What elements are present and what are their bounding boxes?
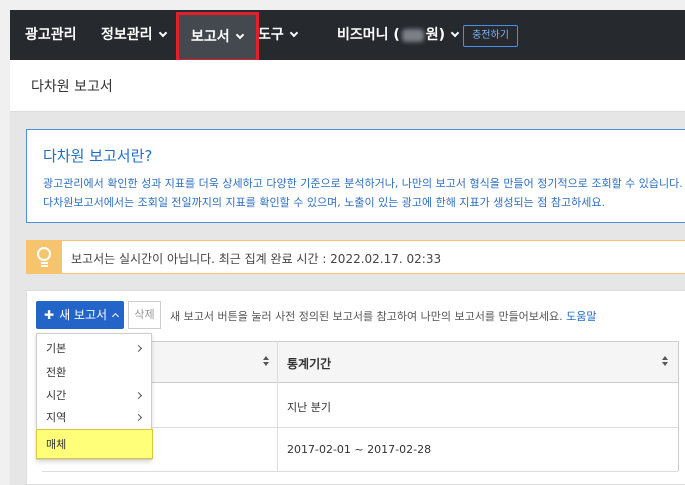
notice-bar: 보고서는 실시간이 아닙니다. 최근 집계 완료 시간 : 2022.02.17… — [26, 240, 685, 274]
chevron-right-icon — [134, 344, 143, 353]
info-box: 다차원 보고서란? 광고관리에서 확인한 성과 지표를 더욱 상세하고 다양한 … — [26, 129, 685, 223]
help-link[interactable]: 도움말 — [566, 310, 596, 323]
dropdown-item-region[interactable]: 지역 — [37, 406, 151, 429]
top-navigation: 광고관리 정보관리 도구 비즈머니 (원) — [10, 10, 685, 60]
column-header-period[interactable]: 통계기간 — [287, 355, 331, 372]
chevron-down-icon — [289, 28, 299, 38]
table-cell-period: 지난 분기 — [287, 401, 331, 414]
bizmoney-balance-redacted — [401, 28, 424, 42]
nav-tools[interactable]: 도구 — [258, 10, 299, 60]
dropdown-item-basic[interactable]: 기본 — [37, 337, 151, 360]
nav-report-highlight[interactable]: 보고서 — [176, 12, 259, 62]
notice-text: 보고서는 실시간이 아닙니다. 최근 집계 완료 시간 : 2022.02.17… — [71, 252, 442, 266]
chevron-right-icon — [134, 391, 143, 400]
sort-icon[interactable] — [263, 356, 270, 368]
page-title: 다차원 보고서 — [31, 79, 113, 95]
nav-ad-management[interactable]: 광고관리 — [25, 10, 77, 60]
sort-icon[interactable] — [662, 356, 669, 368]
help-text: 새 보고서 버튼을 눌러 사전 정의된 보고서를 참고하여 나만의 보고서를 만… — [170, 310, 597, 323]
table-cell-period: 2017-02-01 ~ 2017-02-28 — [287, 443, 432, 456]
lightbulb-icon — [27, 241, 62, 273]
table-border — [678, 341, 679, 471]
chevron-down-icon — [235, 30, 244, 40]
new-report-button[interactable]: ✚ 새 보고서 — [36, 301, 124, 329]
chevron-up-icon — [112, 312, 120, 321]
nav-bizmoney[interactable]: 비즈머니 (원) — [337, 10, 460, 60]
info-line-1: 광고관리에서 확인한 성과 지표를 더욱 상세하고 다양한 기준으로 분석하거나… — [43, 177, 683, 190]
chevron-down-icon — [158, 28, 167, 38]
nav-info-management[interactable]: 정보관리 — [101, 10, 167, 60]
dropdown-item-time[interactable]: 시간 — [37, 384, 151, 407]
column-divider — [277, 341, 278, 471]
info-line-2: 다차원보고서에서는 조회일 전일까지의 지표를 확인할 수 있으며, 노출이 있… — [43, 196, 605, 209]
charge-button[interactable]: 충전하기 — [463, 25, 518, 47]
plus-icon: ✚ — [44, 308, 55, 322]
delete-button[interactable]: 삭제 — [128, 301, 161, 329]
chevron-down-icon — [450, 28, 460, 38]
info-title: 다차원 보고서란? — [43, 147, 153, 165]
nav-report[interactable]: 보고서 — [191, 12, 244, 62]
dropdown-item-media[interactable]: 매체 — [36, 429, 153, 459]
chevron-right-icon — [134, 413, 143, 422]
dropdown-item-conversion[interactable]: 전환 — [37, 361, 151, 384]
page-header: 다차원 보고서 — [10, 60, 685, 112]
